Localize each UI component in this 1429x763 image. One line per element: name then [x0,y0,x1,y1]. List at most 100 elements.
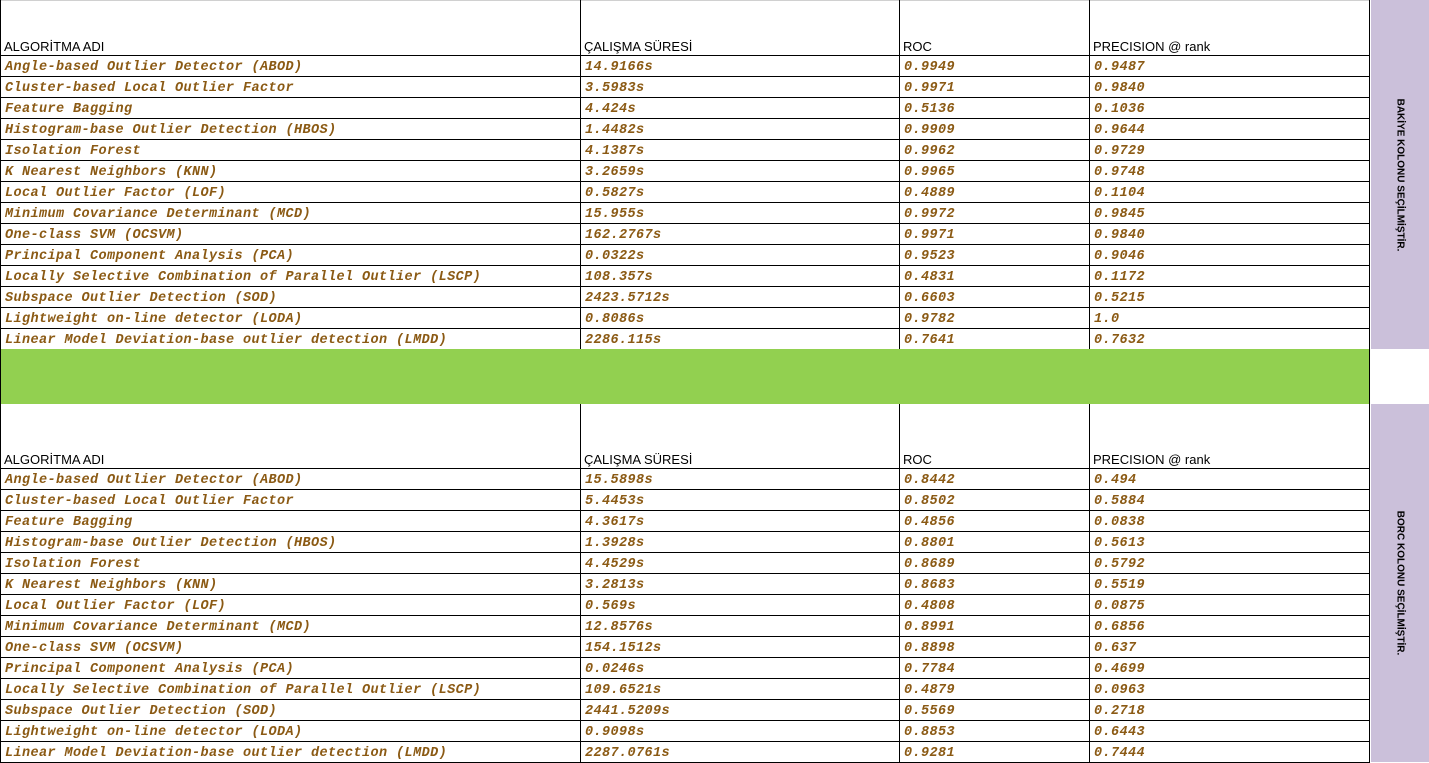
cell-precision[interactable]: 0.0875 [1090,595,1370,615]
cell-roc[interactable]: 0.7641 [900,329,1090,349]
cell-runtime[interactable]: 14.9166s [581,56,900,76]
cell-algorithm[interactable]: Locally Selective Combination of Paralle… [0,679,581,699]
cell-precision[interactable]: 0.1172 [1090,266,1370,286]
cell-runtime[interactable]: 3.2659s [581,161,900,181]
cell-runtime[interactable]: 109.6521s [581,679,900,699]
cell-roc[interactable]: 0.8801 [900,532,1090,552]
cell-algorithm[interactable]: Minimum Covariance Determinant (MCD) [0,203,581,223]
header-cell-runtime[interactable]: ÇALIŞMA SÜRESİ [581,404,900,468]
cell-precision[interactable]: 0.7444 [1090,742,1370,762]
cell-precision[interactable]: 0.637 [1090,637,1370,657]
cell-algorithm[interactable]: K Nearest Neighbors (KNN) [0,574,581,594]
cell-precision[interactable]: 0.5613 [1090,532,1370,552]
cell-runtime[interactable]: 0.0322s [581,245,900,265]
cell-algorithm[interactable]: Cluster-based Local Outlier Factor [0,490,581,510]
cell-roc[interactable]: 0.4831 [900,266,1090,286]
cell-runtime[interactable]: 2286.115s [581,329,900,349]
cell-roc[interactable]: 0.8502 [900,490,1090,510]
cell-algorithm[interactable]: Principal Component Analysis (PCA) [0,245,581,265]
cell-algorithm[interactable]: Angle-based Outlier Detector (ABOD) [0,56,581,76]
cell-algorithm[interactable]: Local Outlier Factor (LOF) [0,182,581,202]
cell-precision[interactable]: 0.4699 [1090,658,1370,678]
cell-roc[interactable]: 0.9949 [900,56,1090,76]
cell-algorithm[interactable]: Subspace Outlier Detection (SOD) [0,700,581,720]
cell-precision[interactable]: 0.6443 [1090,721,1370,741]
cell-roc[interactable]: 0.9962 [900,140,1090,160]
cell-runtime[interactable]: 2287.0761s [581,742,900,762]
cell-algorithm[interactable]: Cluster-based Local Outlier Factor [0,77,581,97]
cell-roc[interactable]: 0.9782 [900,308,1090,328]
cell-precision[interactable]: 0.9487 [1090,56,1370,76]
cell-roc[interactable]: 0.6603 [900,287,1090,307]
cell-algorithm[interactable]: Histogram-base Outlier Detection (HBOS) [0,119,581,139]
cell-algorithm[interactable]: Locally Selective Combination of Paralle… [0,266,581,286]
cell-roc[interactable]: 0.9971 [900,224,1090,244]
cell-algorithm[interactable]: Isolation Forest [0,553,581,573]
cell-roc[interactable]: 0.9523 [900,245,1090,265]
cell-roc[interactable]: 0.8442 [900,469,1090,489]
cell-algorithm[interactable]: One-class SVM (OCSVM) [0,224,581,244]
cell-precision[interactable]: 0.1104 [1090,182,1370,202]
green-separator-row[interactable] [0,349,1370,404]
header-cell-precision[interactable]: PRECISION @ rank [1090,0,1370,55]
cell-algorithm[interactable]: Subspace Outlier Detection (SOD) [0,287,581,307]
cell-precision[interactable]: 0.5519 [1090,574,1370,594]
cell-roc[interactable]: 0.5569 [900,700,1090,720]
side-label-cell[interactable]: BAKİYE KOLONU SEÇİLMİŞTİR. [1371,0,1429,349]
cell-roc[interactable]: 0.8898 [900,637,1090,657]
cell-roc[interactable]: 0.4889 [900,182,1090,202]
cell-algorithm[interactable]: Linear Model Deviation-base outlier dete… [0,329,581,349]
cell-roc[interactable]: 0.5136 [900,98,1090,118]
cell-roc[interactable]: 0.8683 [900,574,1090,594]
cell-roc[interactable]: 0.4856 [900,511,1090,531]
cell-algorithm[interactable]: One-class SVM (OCSVM) [0,637,581,657]
cell-runtime[interactable]: 1.3928s [581,532,900,552]
cell-precision[interactable]: 0.9845 [1090,203,1370,223]
cell-precision[interactable]: 0.0838 [1090,511,1370,531]
cell-roc[interactable]: 0.7784 [900,658,1090,678]
cell-roc[interactable]: 0.9972 [900,203,1090,223]
cell-runtime[interactable]: 1.4482s [581,119,900,139]
cell-precision[interactable]: 1.0 [1090,308,1370,328]
cell-precision[interactable]: 0.1036 [1090,98,1370,118]
cell-precision[interactable]: 0.6856 [1090,616,1370,636]
cell-algorithm[interactable]: Lightweight on-line detector (LODA) [0,721,581,741]
cell-algorithm[interactable]: Linear Model Deviation-base outlier dete… [0,742,581,762]
cell-runtime[interactable]: 162.2767s [581,224,900,244]
cell-precision[interactable]: 0.9644 [1090,119,1370,139]
cell-algorithm[interactable]: Principal Component Analysis (PCA) [0,658,581,678]
cell-precision[interactable]: 0.9840 [1090,224,1370,244]
cell-algorithm[interactable]: K Nearest Neighbors (KNN) [0,161,581,181]
cell-runtime[interactable]: 3.2813s [581,574,900,594]
cell-runtime[interactable]: 12.8576s [581,616,900,636]
cell-roc[interactable]: 0.4879 [900,679,1090,699]
header-cell-precision[interactable]: PRECISION @ rank [1090,404,1370,468]
cell-runtime[interactable]: 15.5898s [581,469,900,489]
cell-roc[interactable]: 0.9965 [900,161,1090,181]
cell-runtime[interactable]: 0.9098s [581,721,900,741]
cell-precision[interactable]: 0.9748 [1090,161,1370,181]
cell-runtime[interactable]: 4.1387s [581,140,900,160]
header-cell-algorithm[interactable]: ALGORİTMA ADI [0,0,581,55]
cell-runtime[interactable]: 3.5983s [581,77,900,97]
cell-precision[interactable]: 0.2718 [1090,700,1370,720]
header-cell-roc[interactable]: ROC [900,404,1090,468]
cell-roc[interactable]: 0.8991 [900,616,1090,636]
cell-precision[interactable]: 0.9046 [1090,245,1370,265]
cell-roc[interactable]: 0.8853 [900,721,1090,741]
cell-precision[interactable]: 0.5792 [1090,553,1370,573]
cell-precision[interactable]: 0.0963 [1090,679,1370,699]
cell-precision[interactable]: 0.5215 [1090,287,1370,307]
cell-precision[interactable]: 0.9729 [1090,140,1370,160]
cell-runtime[interactable]: 0.5827s [581,182,900,202]
cell-runtime[interactable]: 2441.5209s [581,700,900,720]
cell-roc[interactable]: 0.9971 [900,77,1090,97]
cell-runtime[interactable]: 4.3617s [581,511,900,531]
cell-algorithm[interactable]: Histogram-base Outlier Detection (HBOS) [0,532,581,552]
cell-runtime[interactable]: 154.1512s [581,637,900,657]
cell-algorithm[interactable]: Feature Bagging [0,511,581,531]
cell-roc[interactable]: 0.4808 [900,595,1090,615]
cell-runtime[interactable]: 4.424s [581,98,900,118]
cell-runtime[interactable]: 0.8086s [581,308,900,328]
header-cell-roc[interactable]: ROC [900,0,1090,55]
